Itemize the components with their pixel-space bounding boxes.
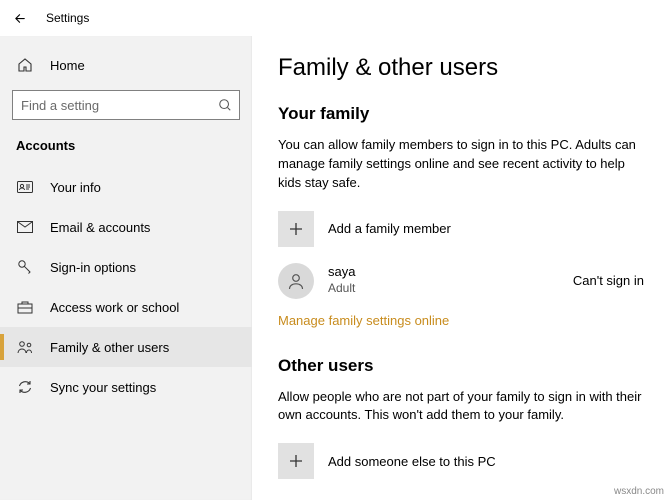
add-family-member-button[interactable]: Add a family member xyxy=(278,211,644,247)
briefcase-icon xyxy=(16,298,34,316)
sidebar-item-signin-options[interactable]: Sign-in options xyxy=(0,247,252,287)
plus-icon xyxy=(278,211,314,247)
sidebar-item-label: Email & accounts xyxy=(50,220,150,235)
search-container xyxy=(12,90,240,120)
sync-icon xyxy=(16,378,34,396)
sidebar-item-label: Access work or school xyxy=(50,300,179,315)
sidebar-item-your-info[interactable]: Your info xyxy=(0,167,252,207)
member-status: Can't sign in xyxy=(573,273,644,288)
sidebar-item-email-accounts[interactable]: Email & accounts xyxy=(0,207,252,247)
sidebar-item-access-work-school[interactable]: Access work or school xyxy=(0,287,252,327)
back-button[interactable] xyxy=(8,6,32,30)
arrow-left-icon xyxy=(13,11,28,26)
avatar xyxy=(278,263,314,299)
member-info: saya Adult xyxy=(328,264,559,296)
other-users-heading: Other users xyxy=(278,356,644,376)
family-member-row[interactable]: saya Adult Can't sign in xyxy=(278,263,644,299)
window-header: Settings xyxy=(0,0,670,36)
sidebar-item-sync-settings[interactable]: Sync your settings xyxy=(0,367,252,407)
search-input[interactable] xyxy=(12,90,240,120)
page-title: Family & other users xyxy=(278,54,644,82)
add-other-label: Add someone else to this PC xyxy=(328,454,496,469)
sidebar-item-label: Family & other users xyxy=(50,340,169,355)
nav-home[interactable]: Home xyxy=(0,46,252,84)
mail-icon xyxy=(16,218,34,236)
watermark: wsxdn.com xyxy=(614,486,664,497)
category-label: Accounts xyxy=(0,130,252,167)
person-icon xyxy=(286,271,306,291)
sidebar-item-label: Your info xyxy=(50,180,101,195)
manage-family-link[interactable]: Manage family settings online xyxy=(278,313,449,328)
plus-icon xyxy=(278,443,314,479)
key-icon xyxy=(16,258,34,276)
app-title: Settings xyxy=(46,11,89,25)
add-other-user-button[interactable]: Add someone else to this PC xyxy=(278,443,644,479)
member-role: Adult xyxy=(328,281,559,297)
main-content: Family & other users Your family You can… xyxy=(252,36,670,500)
your-family-heading: Your family xyxy=(278,104,644,124)
your-family-desc: You can allow family members to sign in … xyxy=(278,136,644,193)
sidebar: Home Accounts Your info Email & accounts xyxy=(0,36,252,500)
person-card-icon xyxy=(16,178,34,196)
home-icon xyxy=(16,56,34,74)
add-family-label: Add a family member xyxy=(328,221,451,236)
nav-home-label: Home xyxy=(50,58,85,73)
member-name: saya xyxy=(328,264,559,281)
sidebar-item-family-other-users[interactable]: Family & other users xyxy=(0,327,252,367)
sidebar-item-label: Sync your settings xyxy=(50,380,156,395)
other-users-desc: Allow people who are not part of your fa… xyxy=(278,388,644,426)
sidebar-item-label: Sign-in options xyxy=(50,260,136,275)
people-icon xyxy=(16,338,34,356)
